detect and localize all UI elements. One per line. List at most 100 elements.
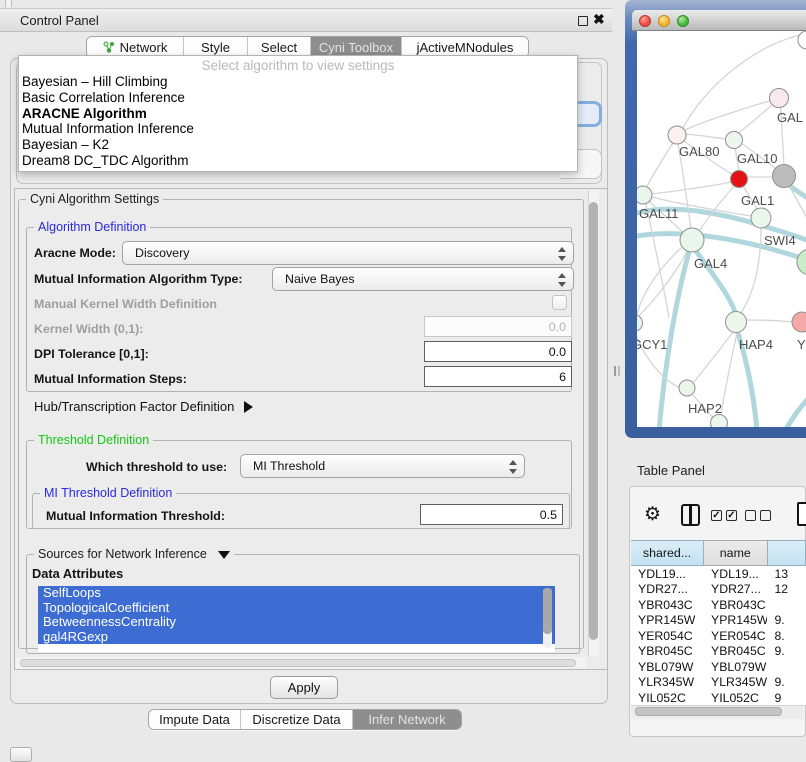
node-bottom-partial[interactable] [711, 415, 728, 428]
gear-icon[interactable]: ⚙ [644, 503, 661, 526]
tab-infer-network[interactable]: Infer Network [353, 710, 461, 729]
table-cell[interactable]: YIL052C [631, 691, 704, 705]
data-attribute-item[interactable]: BetweennessCentrality [38, 615, 555, 630]
obscured-combobox-fragment[interactable] [576, 101, 602, 127]
node-gal10[interactable] [726, 132, 743, 149]
node-gal-top[interactable] [770, 89, 789, 108]
mi-steps-input[interactable] [424, 366, 572, 387]
node-hap4[interactable] [726, 312, 747, 333]
table-row[interactable]: YBL079WYBL079W [631, 659, 806, 675]
dropdown-item[interactable]: Bayesian – K2 [19, 137, 577, 153]
table-cell[interactable]: YDR27... [704, 582, 767, 596]
table-cell[interactable]: YBR045C [631, 644, 704, 658]
table-cell[interactable]: YER054C [704, 629, 767, 643]
table-row[interactable]: YDL19...YDL19...13 [631, 566, 806, 582]
dpi-tolerance-input[interactable] [424, 341, 572, 362]
data-attribute-item[interactable]: gal4RGexp [38, 630, 555, 645]
settings-vertical-scrollbar-thumb[interactable] [589, 202, 598, 640]
table-cell[interactable]: YDR27... [631, 582, 704, 596]
dock-panel-button[interactable] [10, 747, 32, 762]
zoom-window-icon[interactable] [677, 15, 689, 27]
table-cell[interactable]: YLR345W [704, 675, 767, 689]
node-gray[interactable] [773, 165, 796, 188]
tab-select[interactable]: Select [248, 37, 311, 57]
manual-kernel-checkbox[interactable] [552, 295, 567, 310]
hub-tf-disclosure[interactable]: Hub/Transcription Factor Definition [34, 399, 253, 414]
node-pink-right[interactable] [792, 312, 806, 332]
column-header-2[interactable]: name [704, 540, 767, 566]
kernel-width-input[interactable] [424, 316, 572, 337]
sources-group-title[interactable]: Sources for Network Inference [34, 547, 234, 561]
split-columns-icon[interactable] [681, 504, 700, 526]
table-cell[interactable]: YDL19... [704, 567, 767, 581]
node-swi4[interactable] [797, 249, 806, 275]
table-cell[interactable]: 8. [767, 629, 806, 643]
node-gal80[interactable] [668, 126, 686, 144]
node-gal1[interactable] [751, 208, 771, 228]
dropdown-item[interactable]: Dream8 DC_TDC Algorithm [19, 153, 577, 169]
network-canvas[interactable]: GALGAL80GAL10GAL1GAL11GAL4SWI4GCY1HAP4YH… [637, 31, 806, 427]
node-top-partial[interactable] [798, 31, 806, 49]
tab-network[interactable]: Network [87, 37, 184, 57]
table-cell[interactable]: YPR145W [631, 613, 704, 627]
table-cell[interactable]: YBL079W [704, 660, 767, 674]
table-cell[interactable]: 9. [767, 644, 806, 658]
node-gal11[interactable] [637, 186, 652, 204]
document-icon[interactable] [797, 502, 806, 526]
data-attribute-item[interactable]: TopologicalCoefficient [38, 601, 555, 616]
table-cell[interactable]: 12 [767, 582, 806, 596]
tab-cyni-toolbox[interactable]: Cyni Toolbox [311, 37, 402, 57]
table-row[interactable]: YIL052CYIL052C9 [631, 690, 806, 705]
table-row[interactable]: YBR045CYBR045C9. [631, 644, 806, 660]
table-row[interactable]: YLR345WYLR345W9. [631, 675, 806, 691]
table-cell[interactable]: YIL052C [704, 691, 767, 705]
tab-jactivemnodules[interactable]: jActiveMNodules [402, 37, 528, 57]
table-row[interactable]: YPR145WYPR145W9. [631, 613, 806, 629]
attributes-list-scrollbar-thumb[interactable] [543, 588, 552, 634]
node-hap2[interactable] [679, 380, 695, 396]
close-window-icon[interactable] [639, 15, 651, 27]
dropdown-item[interactable]: Mutual Information Inference [19, 121, 577, 137]
settings-horizontal-scrollbar-thumb[interactable] [20, 659, 576, 667]
tab-impute-data[interactable]: Impute Data [149, 710, 241, 729]
column-header-3[interactable] [768, 540, 806, 566]
panel-divider-handle[interactable] [614, 366, 620, 376]
mi-threshold-input[interactable] [420, 504, 563, 525]
dropdown-item[interactable]: ARACNE Algorithm [19, 106, 577, 122]
which-threshold-combobox[interactable]: MI Threshold [240, 454, 525, 478]
network-window-titlebar[interactable] [632, 10, 806, 31]
table-cell[interactable]: YBR045C [704, 644, 767, 658]
apply-button[interactable]: Apply [270, 676, 338, 699]
deselect-all-columns-icon[interactable] [745, 510, 771, 521]
table-horizontal-scrollbar-thumb[interactable] [635, 707, 782, 716]
table-cell[interactable]: YBL079W [631, 660, 704, 674]
select-all-columns-icon[interactable]: ✓ ✓ [711, 510, 737, 521]
table-cell[interactable]: YPR145W [704, 613, 767, 627]
close-panel-icon[interactable]: ✖ [593, 11, 605, 28]
tab-style[interactable]: Style [184, 37, 248, 57]
node-gcy1[interactable] [637, 315, 643, 332]
mi-type-combobox[interactable]: Naive Bayes [272, 267, 574, 291]
table-cell[interactable]: YDL19... [631, 567, 704, 581]
table-cell[interactable]: YLR345W [631, 675, 704, 689]
table-cell[interactable]: 9. [767, 613, 806, 627]
node-red[interactable] [731, 171, 748, 188]
table-row[interactable]: YDR27...YDR27...12 [631, 582, 806, 598]
column-header-1[interactable]: shared... [631, 540, 704, 566]
table-cell[interactable]: 9 [767, 691, 806, 705]
tab-discretize-data[interactable]: Discretize Data [241, 710, 353, 729]
aracne-mode-combobox[interactable]: Discovery [122, 241, 574, 265]
minimize-window-icon[interactable] [658, 15, 670, 27]
table-row[interactable]: YER054CYER054C8. [631, 628, 806, 644]
table-row[interactable]: YBR043CYBR043C [631, 597, 806, 613]
table-cell[interactable]: 9. [767, 675, 806, 689]
table-cell[interactable]: 13 [767, 567, 806, 581]
table-cell[interactable]: YBR043C [631, 598, 704, 612]
float-panel-icon[interactable] [578, 16, 588, 26]
table-cell[interactable]: YER054C [631, 629, 704, 643]
data-attribute-item[interactable]: SelfLoops [38, 586, 555, 601]
table-cell[interactable]: YBR043C [704, 598, 767, 612]
node-gal4[interactable] [680, 228, 704, 252]
dropdown-item[interactable]: Bayesian – Hill Climbing [19, 74, 577, 90]
dropdown-item[interactable]: Basic Correlation Inference [19, 90, 577, 106]
